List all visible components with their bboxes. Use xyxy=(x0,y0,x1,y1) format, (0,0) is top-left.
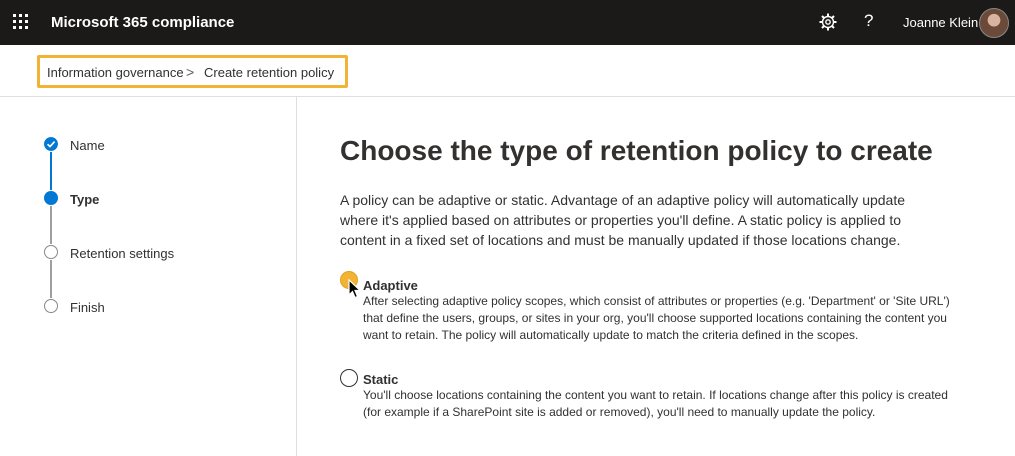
top-bar: Microsoft 365 compliance ? Joanne Klein xyxy=(0,0,1015,45)
wizard-steps-panel xyxy=(0,97,297,456)
page-description: A policy can be adaptive or static. Adva… xyxy=(340,192,906,248)
step-connector xyxy=(50,152,52,190)
adaptive-option-description: After selecting adaptive policy scopes, … xyxy=(363,294,950,342)
static-option-description: You'll choose locations containing the c… xyxy=(363,388,948,419)
step-type[interactable]: Type xyxy=(70,192,99,207)
breadcrumb-item-information-governance[interactable]: Information governance xyxy=(47,65,184,80)
step-connector xyxy=(50,260,52,298)
help-icon[interactable]: ? xyxy=(864,11,873,31)
step-pending-indicator xyxy=(44,245,58,259)
step-connector xyxy=(50,206,52,244)
step-current-indicator xyxy=(44,191,58,205)
mouse-pointer-icon xyxy=(348,279,362,299)
checkmark-icon xyxy=(44,137,58,151)
static-radio[interactable] xyxy=(340,369,358,387)
page-title: Choose the type of retention policy to c… xyxy=(340,135,933,166)
step-finish[interactable]: Finish xyxy=(70,300,105,315)
waffle-icon[interactable] xyxy=(13,14,29,30)
static-option-label[interactable]: Static xyxy=(363,372,398,387)
adaptive-option-label[interactable]: Adaptive xyxy=(363,278,418,293)
app-title[interactable]: Microsoft 365 compliance xyxy=(51,14,234,31)
breadcrumb-item-create-retention-policy: Create retention policy xyxy=(204,65,335,80)
step-pending-indicator xyxy=(44,299,58,313)
avatar[interactable] xyxy=(979,8,1009,38)
gear-icon[interactable] xyxy=(818,12,838,32)
step-name[interactable]: Name xyxy=(70,138,105,153)
step-retention-settings[interactable]: Retention settings xyxy=(70,246,174,261)
chevron-right-icon: > xyxy=(186,64,195,80)
user-name[interactable]: Joanne Klein xyxy=(903,15,978,30)
